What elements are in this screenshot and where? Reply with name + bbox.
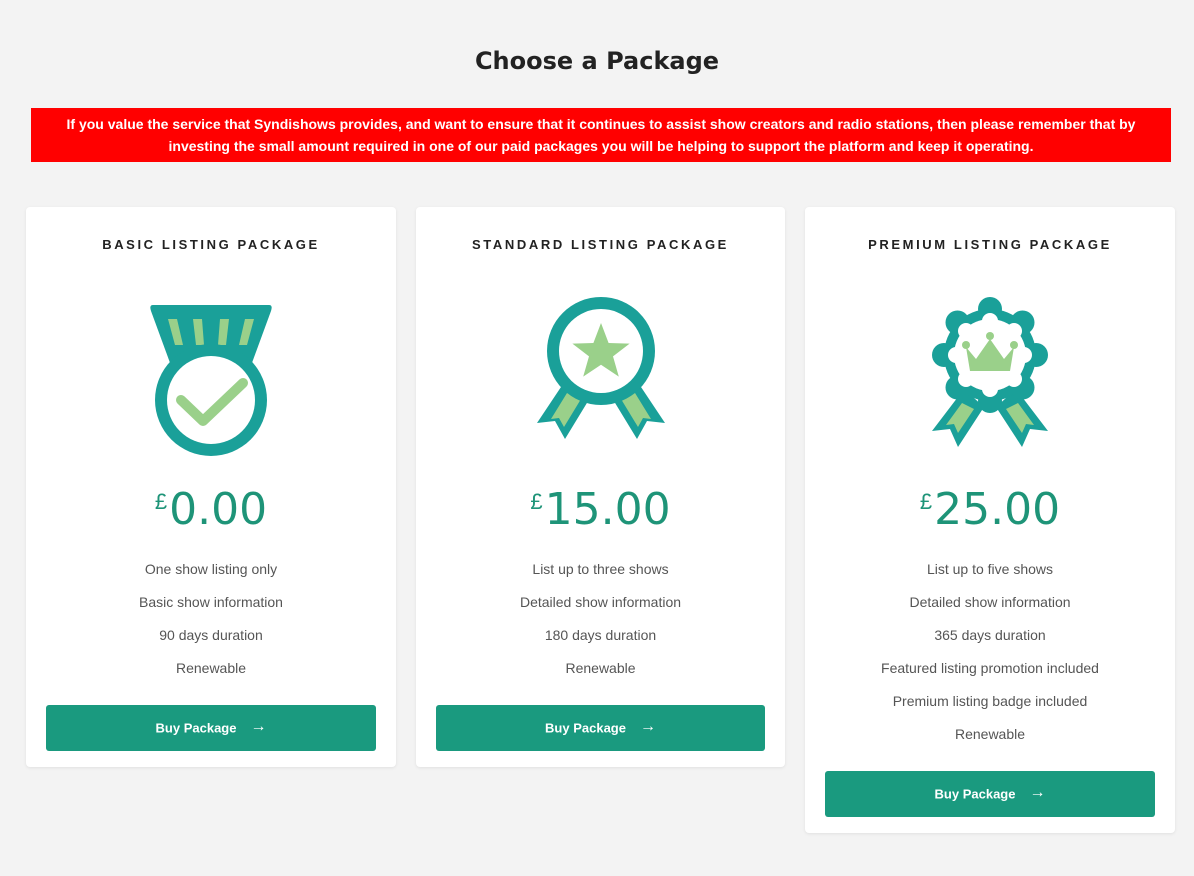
price: £0.00 [46, 485, 376, 535]
currency-symbol: £ [919, 489, 933, 514]
package-card-basic: BASIC LISTING PACKAGE £0.00 One show lis… [26, 207, 396, 767]
feature-item: Detailed show information [909, 594, 1071, 610]
feature-item: Detailed show information [519, 594, 682, 610]
buy-package-button-premium[interactable]: Buy Package → [825, 771, 1155, 817]
feature-item: List up to three shows [532, 561, 669, 577]
feature-item: 180 days duration [544, 627, 657, 643]
award-star-icon [536, 297, 665, 439]
package-title: STANDARD LISTING PACKAGE [472, 237, 729, 252]
feature-item: Basic show information [139, 594, 283, 610]
medal-check-icon [150, 305, 272, 456]
price-amount: 15.00 [544, 484, 671, 535]
feature-item: Renewable [565, 660, 636, 676]
award-crown-icon [932, 297, 1048, 447]
feature-item: 90 days duration [159, 627, 263, 643]
package-title: BASIC LISTING PACKAGE [102, 237, 320, 252]
currency-symbol: £ [530, 489, 543, 514]
price: £25.00 [825, 485, 1155, 535]
page-title: Choose a Package [474, 47, 720, 75]
package-card-premium: PREMIUM LISTING PACKAGE £25.00 List up t… [805, 207, 1175, 833]
feature-item: Premium listing badge included [892, 693, 1088, 709]
feature-list: One show listing only Basic show informa… [46, 553, 376, 685]
feature-item: Renewable [175, 660, 247, 676]
buy-package-button-basic[interactable]: Buy Package → [46, 705, 376, 751]
feature-list: List up to three shows Detailed show inf… [436, 553, 765, 685]
feature-item: 365 days duration [934, 627, 1046, 643]
arrow-right-icon: → [1029, 784, 1046, 801]
price: £15.00 [436, 485, 765, 535]
buy-button-label: Buy Package [545, 720, 626, 736]
feature-item: Featured listing promotion included [881, 660, 1099, 676]
price-amount: 0.00 [169, 484, 268, 535]
feature-item: Renewable [954, 726, 1026, 742]
feature-item: List up to five shows [926, 561, 1054, 577]
buy-button-label: Buy Package [155, 720, 237, 736]
buy-button-label: Buy Package [934, 786, 1016, 802]
feature-list: List up to five shows Detailed show info… [825, 553, 1155, 751]
package-title: PREMIUM LISTING PACKAGE [868, 237, 1112, 252]
arrow-right-icon: → [639, 718, 656, 735]
package-card-standard: STANDARD LISTING PACKAGE £15.00 List up … [416, 207, 785, 767]
price-amount: 25.00 [934, 484, 1061, 535]
buy-package-button-standard[interactable]: Buy Package → [436, 705, 765, 751]
currency-symbol: £ [154, 489, 168, 514]
feature-item: One show listing only [144, 561, 278, 577]
arrow-right-icon: → [250, 718, 267, 735]
support-notice-banner: If you value the service that Syndishows… [31, 108, 1171, 162]
